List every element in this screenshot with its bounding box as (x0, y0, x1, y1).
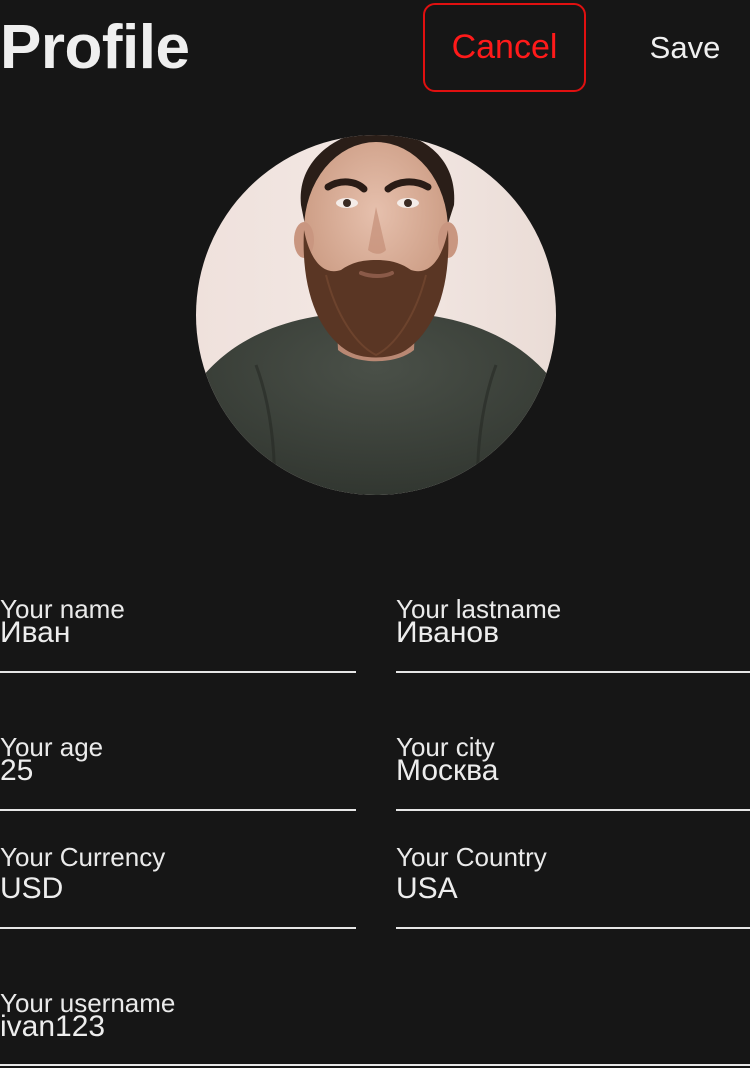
lastname-underline (396, 671, 750, 673)
username-input[interactable]: ivan123 (0, 1010, 105, 1044)
city-underline (396, 809, 750, 811)
profile-screen: Profile Cancel Save Your name Иван Your … (0, 0, 750, 1068)
lastname-field[interactable]: Your lastname Иванов (396, 592, 750, 676)
age-input[interactable]: 25 (0, 754, 33, 788)
name-underline (0, 671, 356, 673)
save-button[interactable]: Save (630, 3, 740, 92)
country-field[interactable]: Your Country USA (396, 842, 750, 932)
age-underline (0, 809, 356, 811)
name-input[interactable]: Иван (0, 616, 70, 650)
username-underline (0, 1064, 750, 1066)
city-input[interactable]: Москва (396, 754, 498, 788)
age-field[interactable]: Your age 25 (0, 730, 356, 814)
cancel-button[interactable]: Cancel (423, 3, 586, 92)
name-field[interactable]: Your name Иван (0, 592, 356, 676)
currency-field[interactable]: Your Currency USD (0, 842, 356, 932)
currency-input[interactable]: USD (0, 872, 63, 906)
country-label: Your Country (396, 842, 547, 872)
avatar-photo (196, 135, 556, 495)
avatar[interactable] (196, 135, 556, 495)
currency-label: Your Currency (0, 842, 166, 872)
currency-underline (0, 927, 356, 929)
lastname-input[interactable]: Иванов (396, 616, 499, 650)
country-input[interactable]: USA (396, 872, 458, 906)
city-field[interactable]: Your city Москва (396, 730, 750, 814)
username-field[interactable]: Your username ivan123 (0, 986, 750, 1068)
page-title: Profile (0, 13, 190, 82)
country-underline (396, 927, 750, 929)
